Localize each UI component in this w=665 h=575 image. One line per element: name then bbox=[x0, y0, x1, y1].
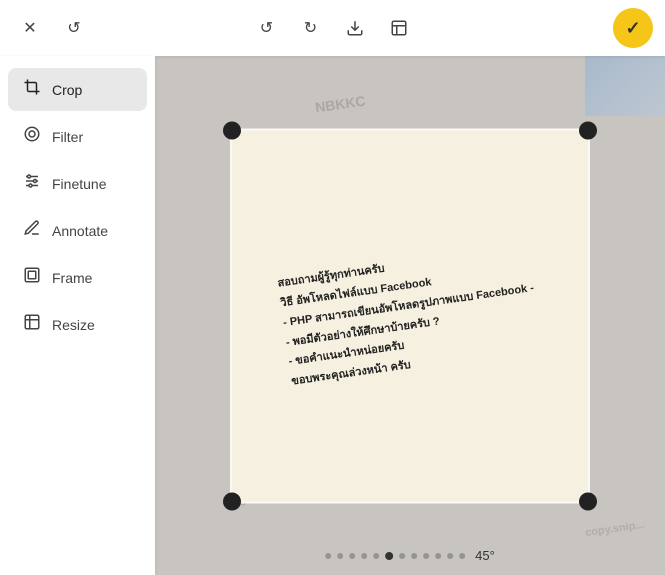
undo-button[interactable]: ↺ bbox=[249, 10, 285, 46]
dot-4 bbox=[361, 553, 367, 559]
sidebar-item-filter[interactable]: Filter bbox=[8, 115, 147, 158]
dot-6-active bbox=[385, 552, 393, 560]
dot-8 bbox=[411, 553, 417, 559]
sidebar-frame-label: Frame bbox=[52, 270, 92, 286]
dot-10 bbox=[435, 553, 441, 559]
redo-button[interactable]: ↻ bbox=[293, 10, 329, 46]
confirm-icon: ✓ bbox=[625, 18, 640, 39]
sidebar-spacer bbox=[8, 350, 147, 563]
aspect-icon bbox=[390, 19, 408, 37]
crop-inner: สอบถามผู้รู้ทุกท่านครับ วิธี อัพโหลดไฟล์… bbox=[232, 130, 588, 501]
sidebar-item-resize[interactable]: Resize bbox=[8, 303, 147, 346]
sidebar-item-annotate[interactable]: Annotate bbox=[8, 209, 147, 252]
sidebar-annotate-label: Annotate bbox=[52, 223, 108, 239]
sidebar-resize-label: Resize bbox=[52, 317, 95, 333]
crop-icon bbox=[22, 78, 42, 101]
bg-watermark-1: NBKKC bbox=[314, 93, 366, 116]
sidebar-item-frame[interactable]: Frame bbox=[8, 256, 147, 299]
top-toolbar: ✕ ↺ ↺ ↻ ✓ bbox=[0, 0, 665, 56]
sidebar-filter-label: Filter bbox=[52, 129, 83, 145]
download-button[interactable] bbox=[337, 10, 373, 46]
crop-box: สอบถามผู้รู้ทุกท่านครับ วิธี อัพโหลดไฟล์… bbox=[230, 128, 590, 503]
dot-1 bbox=[325, 553, 331, 559]
rotation-bar: 45° bbox=[325, 548, 495, 563]
dot-11 bbox=[447, 553, 453, 559]
dot-7 bbox=[399, 553, 405, 559]
filter-icon bbox=[22, 125, 42, 148]
dot-3 bbox=[349, 553, 355, 559]
crop-handle-top-right[interactable] bbox=[579, 121, 597, 139]
sidebar-finetune-label: Finetune bbox=[52, 176, 106, 192]
resize-icon bbox=[22, 313, 42, 336]
dot-9 bbox=[423, 553, 429, 559]
sidebar-item-crop[interactable]: Crop bbox=[8, 68, 147, 111]
download-icon bbox=[346, 19, 364, 37]
dot-12 bbox=[459, 553, 465, 559]
crop-handle-top-left[interactable] bbox=[223, 121, 241, 139]
document-background: สอบถามผู้รู้ทุกท่านครับ วิธี อัพโหลดไฟล์… bbox=[232, 130, 588, 501]
sidebar-crop-label: Crop bbox=[52, 82, 82, 98]
crop-handle-bottom-right[interactable] bbox=[579, 492, 597, 510]
toolbar-center-actions: ↺ ↻ bbox=[249, 10, 417, 46]
rotation-label: 45° bbox=[475, 548, 495, 563]
thumbnail-bg bbox=[585, 56, 665, 116]
finetune-icon bbox=[22, 172, 42, 195]
dot-5 bbox=[373, 553, 379, 559]
reset-button[interactable]: ↺ bbox=[56, 10, 92, 46]
sidebar-item-finetune[interactable]: Finetune bbox=[8, 162, 147, 205]
aspect-button[interactable] bbox=[381, 10, 417, 46]
crop-handle-bottom-left[interactable] bbox=[223, 492, 241, 510]
frame-icon bbox=[22, 266, 42, 289]
dot-2 bbox=[337, 553, 343, 559]
close-button[interactable]: ✕ bbox=[12, 10, 48, 46]
confirm-button[interactable]: ✓ bbox=[613, 8, 653, 48]
bg-watermark-6: copy.snip... bbox=[585, 519, 646, 539]
canvas-area: NBKKC ภาพแบบ Facebook ประกาศ(1) ความคิด(… bbox=[155, 56, 665, 575]
annotate-icon bbox=[22, 219, 42, 242]
left-sidebar: Crop Filter Finetune Annotate bbox=[0, 56, 155, 575]
document-text: สอบถามผู้รู้ทุกท่านครับ วิธี อัพโหลดไฟล์… bbox=[265, 228, 555, 403]
